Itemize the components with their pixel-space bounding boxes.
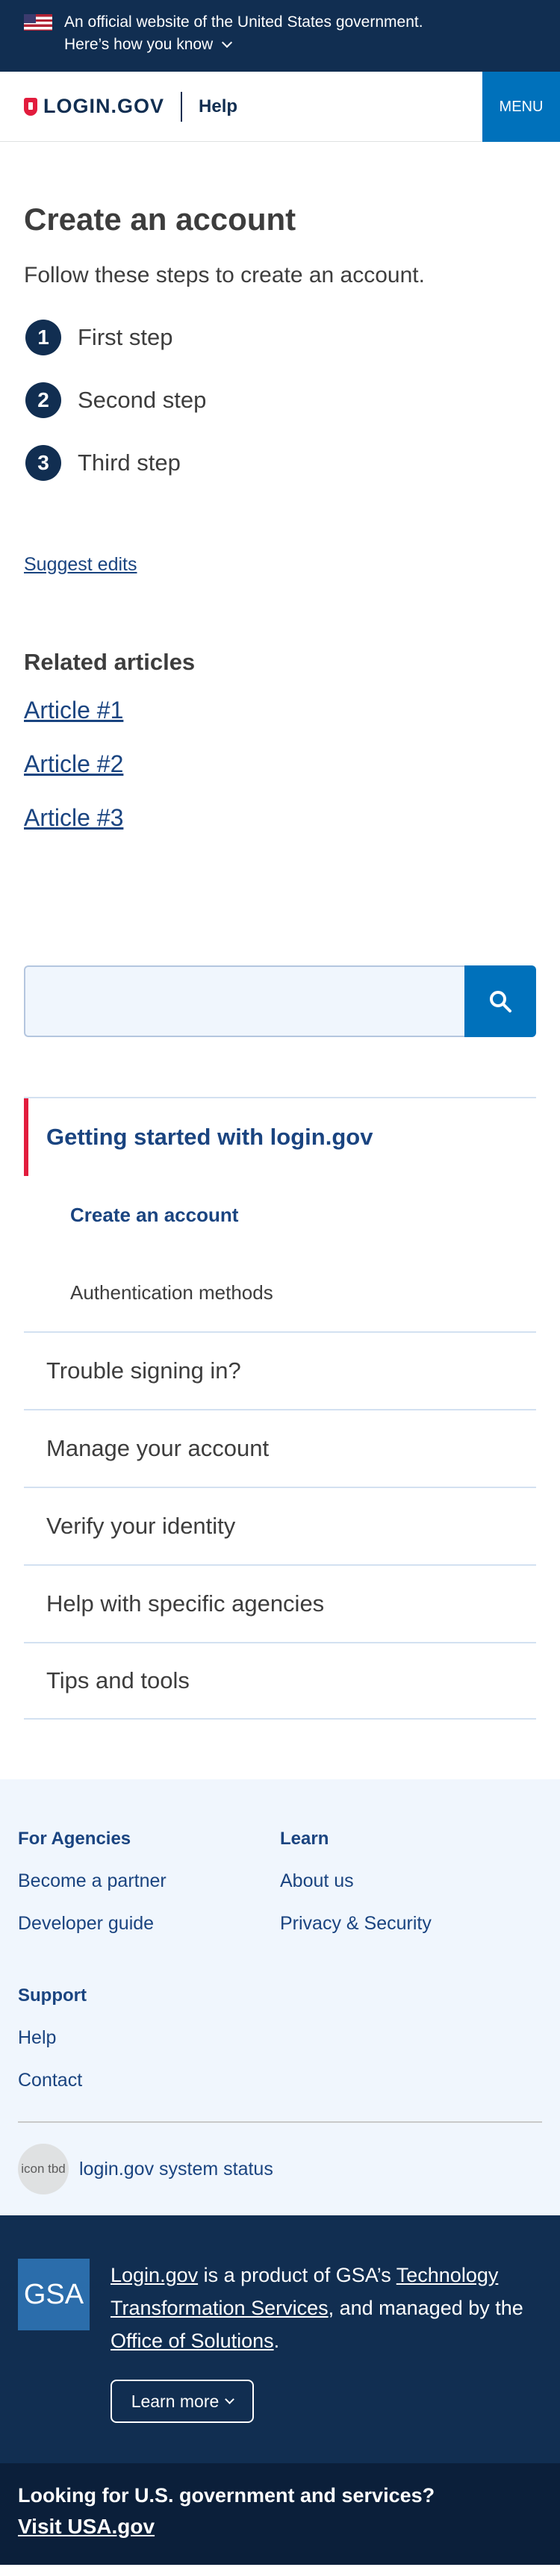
step-item: 3 Third step — [24, 432, 536, 494]
chevron-down-icon — [225, 2394, 235, 2404]
step-number: 3 — [25, 445, 61, 481]
sidenav-item-manage-account[interactable]: Manage your account — [24, 1409, 536, 1487]
header-divider — [181, 91, 183, 122]
footer-link-developer-guide[interactable]: Developer guide — [18, 1913, 280, 1935]
footer-heading-support: Support — [18, 1985, 87, 2006]
sidenav-item-tips-tools[interactable]: Tips and tools — [24, 1642, 536, 1720]
search-form — [24, 965, 536, 1037]
article-link-1[interactable]: Article #1 — [24, 697, 123, 724]
footer-col-learn: Learn About us Privacy & Security — [280, 1829, 542, 1956]
sidenav-item-verify-identity[interactable]: Verify your identity — [24, 1487, 536, 1564]
gsa-section: GSA Login.gov is a product of GSA’s Tech… — [0, 2215, 560, 2463]
gsa-text-1: is a product of GSA’s — [198, 2264, 396, 2286]
step-item: 2 Second step — [24, 369, 536, 432]
sidenav-item-specific-agencies[interactable]: Help with specific agencies — [24, 1564, 536, 1642]
search-button[interactable] — [464, 965, 536, 1037]
suggest-edits-link[interactable]: Suggest edits — [24, 554, 536, 576]
related-articles-heading: Related articles — [24, 649, 196, 675]
step-label: First step — [78, 324, 173, 350]
learn-more-label: Learn more — [131, 2391, 220, 2411]
footer-col-support: Support Help Contact — [18, 1985, 542, 2091]
login-gov-logo-link[interactable]: LOGIN.GOV — [24, 95, 164, 118]
chevron-down-icon — [222, 37, 233, 49]
learn-more-button[interactable]: Learn more — [111, 2380, 254, 2423]
sidenav-section-getting-started[interactable]: Getting started with login.gov — [24, 1098, 536, 1176]
article-link-2[interactable]: Article #2 — [24, 750, 123, 777]
lead-text: Follow these steps to create an account. — [24, 263, 425, 287]
site-footer: For Agencies Become a partner Developer … — [0, 1779, 560, 2565]
step-label: Second step — [78, 387, 207, 413]
footer-link-privacy-security[interactable]: Privacy & Security — [280, 1913, 542, 1935]
footer-links-area: For Agencies Become a partner Developer … — [0, 1779, 560, 2215]
footer-col-agencies: For Agencies Become a partner Developer … — [18, 1829, 280, 1956]
heres-how-you-know-toggle[interactable]: Here’s how you know — [64, 36, 536, 54]
status-placeholder-icon: icon tbd — [18, 2144, 69, 2194]
side-navigation: Getting started with login.gov Create an… — [24, 1097, 536, 1720]
usa-gov-section: Looking for U.S. government and services… — [0, 2463, 560, 2565]
footer-heading-learn: Learn — [280, 1829, 329, 1849]
footer-link-contact[interactable]: Contact — [18, 2070, 542, 2091]
login-gov-link[interactable]: Login.gov — [111, 2264, 198, 2286]
us-flag-icon — [24, 14, 52, 31]
step-number: 2 — [25, 382, 61, 418]
search-icon — [490, 991, 511, 1012]
footer-columns: For Agencies Become a partner Developer … — [18, 1829, 542, 1956]
sidenav-item-create-account[interactable]: Create an account — [24, 1176, 536, 1254]
office-of-solutions-link[interactable]: Office of Solutions — [111, 2330, 274, 2352]
visit-usa-gov-link[interactable]: Visit USA.gov — [18, 2515, 542, 2539]
main-content: Create an account Follow these steps to … — [0, 202, 560, 1720]
gsa-text-2: , and managed by the — [328, 2297, 523, 2319]
gsa-description: Login.gov is a product of GSA’s Technolo… — [111, 2259, 542, 2357]
shield-logo-icon — [24, 97, 37, 116]
sidenav-item-authentication-methods[interactable]: Authentication methods — [24, 1254, 536, 1331]
gsa-content: Login.gov is a product of GSA’s Technolo… — [111, 2259, 542, 2463]
system-status-row: icon tbd login.gov system status — [18, 2123, 542, 2215]
step-number: 1 — [25, 320, 61, 355]
gov-banner: An official website of the United States… — [0, 0, 560, 72]
related-articles-list: Article #1 Article #2 Article #3 — [24, 697, 536, 858]
usa-gov-question: Looking for U.S. government and services… — [18, 2484, 435, 2507]
sidenav-item-trouble-signing-in[interactable]: Trouble signing in? — [24, 1331, 536, 1409]
article-link-3[interactable]: Article #3 — [24, 804, 123, 831]
footer-link-about-us[interactable]: About us — [280, 1870, 542, 1892]
page-title: Create an account — [24, 202, 296, 237]
steps-list: 1 First step 2 Second step 3 Third step — [24, 306, 536, 494]
footer-link-become-partner[interactable]: Become a partner — [18, 1870, 280, 1892]
site-header: LOGIN.GOV Help MENU — [0, 72, 560, 142]
menu-button[interactable]: MENU — [482, 72, 560, 142]
footer-link-help[interactable]: Help — [18, 2027, 542, 2049]
help-home-link[interactable]: Help — [199, 96, 237, 117]
step-label: Third step — [78, 449, 181, 476]
heres-how-you-know-label: Here’s how you know — [64, 36, 214, 53]
step-item: 1 First step — [24, 306, 536, 369]
gsa-text-3: . — [273, 2330, 280, 2352]
logo-text: LOGIN.GOV — [43, 95, 165, 117]
gsa-logo: GSA — [18, 2259, 90, 2330]
gov-banner-text: An official website of the United States… — [64, 13, 423, 31]
search-input[interactable] — [24, 965, 464, 1037]
footer-heading-agencies: For Agencies — [18, 1829, 131, 1849]
system-status-link[interactable]: login.gov system status — [79, 2159, 273, 2180]
